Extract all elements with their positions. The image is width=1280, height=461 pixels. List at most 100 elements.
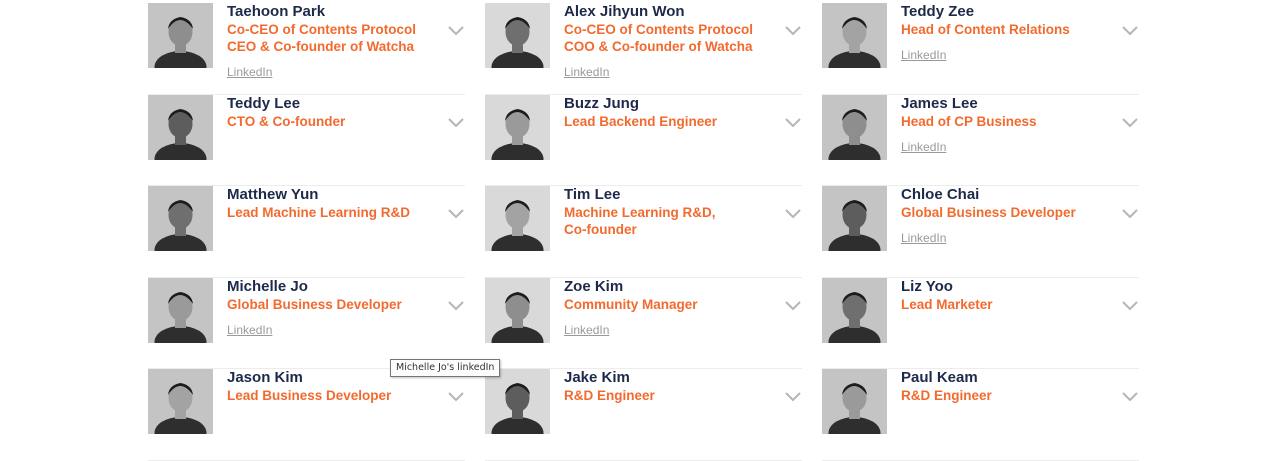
chevron-down-icon[interactable] [784,208,802,220]
linkedin-link[interactable]: LinkedIn [901,231,946,245]
portrait-photo [148,186,213,252]
member-title-line: Lead Machine Learning R&D [227,205,411,221]
avatar [148,94,213,160]
portrait-photo [148,3,213,68]
avatar [148,277,213,343]
member-title-line: Co-CEO of Contents Protocol [564,22,753,37]
portrait-photo [148,277,213,343]
team-member-buzz-jung: Buzz Jung Lead Backend Engineer [485,94,802,187]
avatar [485,94,550,160]
member-title-line: Lead Marketer [901,296,993,312]
member-name: Teddy Lee [227,94,301,112]
avatar [148,3,213,68]
chevron-down-icon[interactable] [784,25,802,37]
team-member-taehoon-park: Taehoon Park Co-CEO of Contents Protocol C… [148,3,465,95]
member-info: Taehoon Park Co-CEO of Contents Protocol C… [227,3,425,81]
chevron-down-icon[interactable] [1121,208,1139,220]
member-info: Teddy Lee CTO & Co-founder [227,95,425,130]
team-member-paul-keam: Paul Keam R&D Engineer [822,369,1139,461]
member-title: Head of Content Relations [901,21,1099,38]
member-title-line: CEO & Co-founder of Watcha [227,39,414,54]
avatar [822,186,887,252]
team-member-jason-kim: Jason Kim Lead Business Developer [148,369,465,461]
chevron-down-icon[interactable] [1121,117,1139,129]
avatar [485,369,550,435]
member-name: Liz Yoo [901,277,953,295]
linkedin-link[interactable]: LinkedIn [564,323,609,337]
portrait-photo [822,186,887,252]
team-member-matthew-yun: Matthew Yun Lead Machine Learning R&D [148,186,465,278]
member-title-line: COO & Co-founder of Watcha [564,39,753,54]
linkedin-link[interactable]: LinkedIn [901,48,946,62]
member-title-line: Co-CEO of Contents Protocol [227,22,416,37]
member-info: Alex Jihyun Won Co-CEO of Contents Protoc… [564,3,762,81]
avatar [148,369,213,435]
member-title: Global Business Developer [901,204,1099,221]
portrait-photo [148,369,213,435]
chevron-down-icon[interactable] [784,117,802,129]
chevron-down-icon[interactable] [1121,391,1139,403]
member-info: Chloe Chai Global Business Developer Linke… [901,186,1099,247]
team-member-tim-lee: Tim Lee Machine Learning R&D, Co-founder [485,186,802,278]
member-name: Tim Lee [564,186,621,204]
portrait-photo [148,94,213,160]
team-grid: Taehoon Park Co-CEO of Contents Protocol C… [148,3,1139,461]
member-title: Co-CEO of Contents Protocol CEO & Co-foun… [227,21,425,55]
portrait-photo [485,94,550,160]
member-title-line: R&D Engineer [901,388,992,404]
portrait-photo [485,186,550,252]
chevron-down-icon[interactable] [784,391,802,403]
member-name: Paul Keam [901,369,978,387]
team-member-alex-jihyun-won: Alex Jihyun Won Co-CEO of Contents Protoc… [485,3,802,95]
member-title: R&D Engineer [564,387,762,404]
team-member-liz-yoo: Liz Yoo Lead Marketer [822,277,1139,370]
linkedin-link[interactable]: LinkedIn [227,65,272,79]
chevron-down-icon[interactable] [1121,300,1139,312]
avatar [822,3,887,68]
chevron-down-icon[interactable] [447,300,465,312]
portrait-photo [822,3,887,68]
member-title: Lead Backend Engineer [564,113,762,130]
member-title-line: Lead Business Developer [227,388,392,404]
chevron-down-icon[interactable] [1121,25,1139,37]
avatar [485,186,550,252]
member-title: Lead Machine Learning R&D [227,204,425,221]
linkedin-link[interactable]: LinkedIn [564,65,609,79]
avatar [485,277,550,343]
team-member-james-lee: James Lee Head of CP Business LinkedIn [822,94,1139,187]
member-title: Machine Learning R&D, Co-founder [564,204,762,238]
portrait-photo [822,277,887,343]
member-title: CTO & Co-founder [227,113,425,130]
team-member-chloe-chai: Chloe Chai Global Business Developer Linke… [822,186,1139,278]
member-name: Chloe Chai [901,186,980,204]
avatar [485,3,550,68]
team-member-teddy-lee: Teddy Lee CTO & Co-founder [148,94,465,187]
member-info: Teddy Zee Head of Content Relations Linked… [901,3,1099,64]
member-title-line: Head of CP Business [901,113,1037,129]
member-name: Alex Jihyun Won [564,3,685,20]
chevron-down-icon[interactable] [784,300,802,312]
member-name: Zoe Kim [564,277,624,295]
member-title: Community Manager [564,296,762,313]
member-title: Lead Business Developer [227,387,425,404]
member-title-line: Global Business Developer [227,296,402,312]
linkedin-link[interactable]: LinkedIn [227,323,272,337]
member-name: Taehoon Park [227,3,326,20]
member-title-line: R&D Engineer [564,388,655,404]
chevron-down-icon[interactable] [447,117,465,129]
team-member-teddy-zee: Teddy Zee Head of Content Relations Linked… [822,3,1139,95]
chevron-down-icon[interactable] [447,25,465,37]
member-title-line: CTO & Co-founder [227,113,346,129]
member-info: Paul Keam R&D Engineer [901,369,1099,404]
chevron-down-icon[interactable] [447,391,465,403]
avatar [822,94,887,160]
avatar [822,277,887,343]
member-info: Tim Lee Machine Learning R&D, Co-founder [564,186,762,238]
linkedin-link[interactable]: LinkedIn [901,140,946,154]
member-name: James Lee [901,94,978,112]
chevron-down-icon[interactable] [447,208,465,220]
member-name: Jake Kim [564,369,630,387]
team-member-jake-kim: Jake Kim R&D Engineer [485,369,802,461]
portrait-photo [485,277,550,343]
linkedin-tooltip: Michelle Jo's linkedIn [390,359,501,377]
